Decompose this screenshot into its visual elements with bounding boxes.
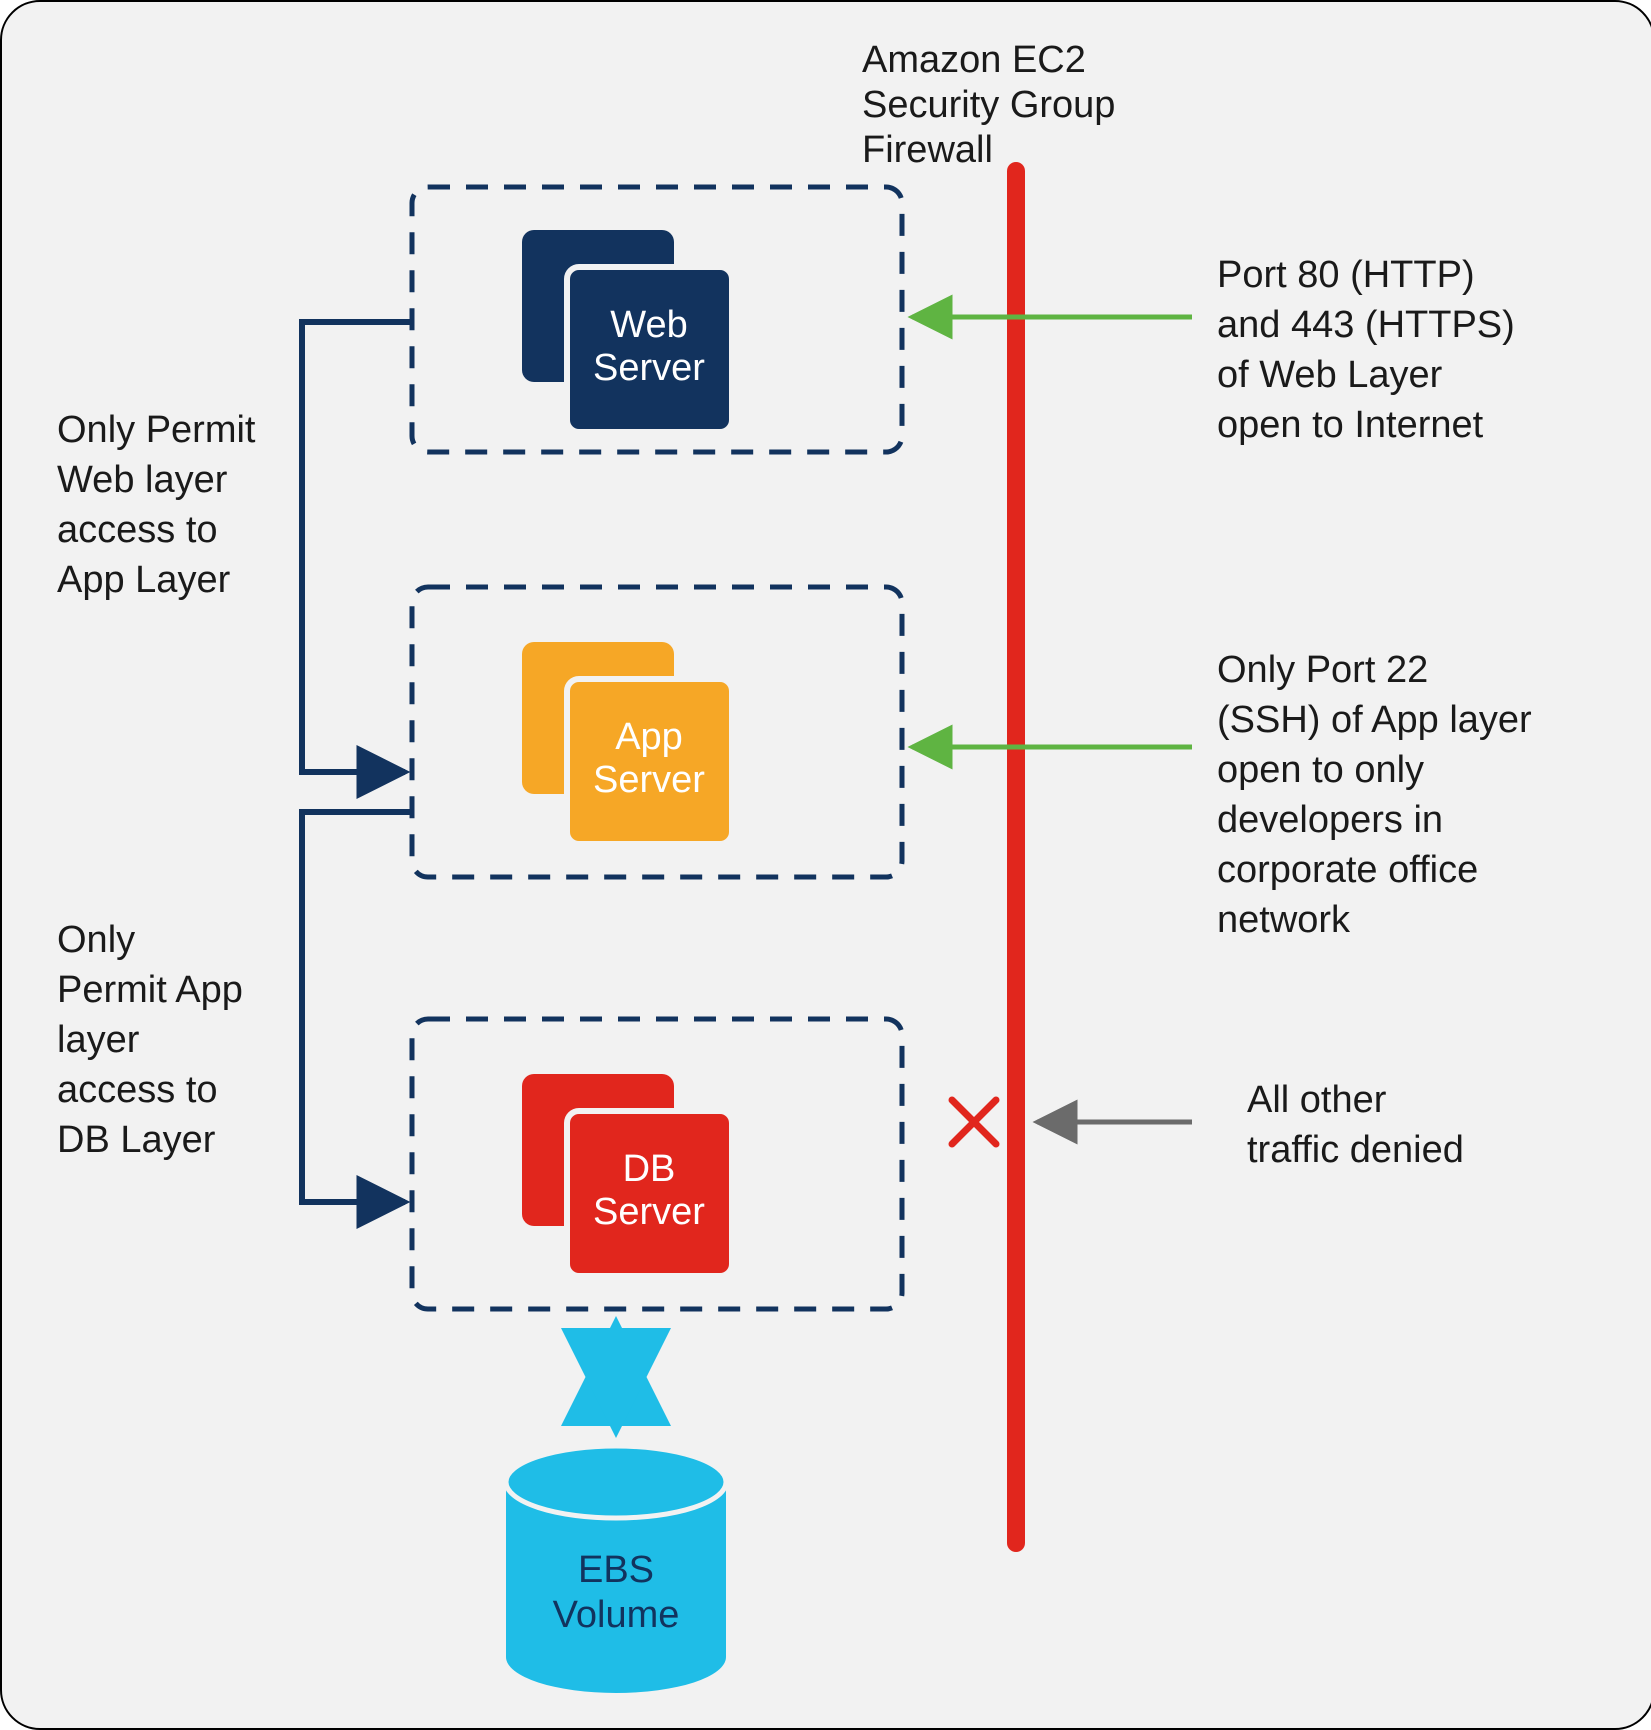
note-app-to-db-l1: Only <box>57 919 135 961</box>
web-server-label-l2: Server <box>593 347 705 389</box>
note-app-ssh-l4: developers in <box>1217 799 1443 841</box>
web-layer-group: Web Server <box>412 187 902 452</box>
note-app-ssh-l1: Only Port 22 <box>1217 649 1428 691</box>
note-app-to-db-l4: access to <box>57 1069 218 1111</box>
ebs-label-l1: EBS <box>578 1549 654 1591</box>
note-app-to-db-l5: DB Layer <box>57 1119 216 1161</box>
db-server-label-l1: DB <box>623 1148 676 1190</box>
ebs-volume-icon: EBS Volume <box>506 1446 726 1693</box>
note-denied-l2: traffic denied <box>1247 1129 1464 1171</box>
diagram-canvas: Amazon EC2 Security Group Firewall Web S… <box>0 0 1651 1730</box>
note-app-ssh-l3: open to only <box>1217 749 1424 791</box>
note-app-ssh-l6: network <box>1217 899 1351 941</box>
db-server-label-l2: Server <box>593 1191 705 1233</box>
firewall-bar <box>1007 162 1025 1552</box>
note-app-to-db-l2: Permit App <box>57 969 243 1011</box>
web-server-icon: Web Server <box>522 230 732 432</box>
note-web-to-app-l3: access to <box>57 509 218 551</box>
note-web-open-l2: and 443 (HTTPS) <box>1217 304 1515 346</box>
note-web-to-app-l2: Web layer <box>57 459 228 501</box>
note-web-open-l4: open to Internet <box>1217 404 1484 446</box>
note-web-to-app-l1: Only Permit <box>57 409 256 451</box>
app-server-label-l2: Server <box>593 759 705 801</box>
app-server-icon: App Server <box>522 642 732 844</box>
db-server-icon: DB Server <box>522 1074 732 1276</box>
app-server-label-l1: App <box>615 716 683 758</box>
note-web-to-app-l4: App Layer <box>57 559 231 601</box>
note-denied-l1: All other <box>1247 1079 1387 1121</box>
denied-x-icon <box>952 1100 996 1144</box>
note-app-ssh-l5: corporate office <box>1217 849 1478 891</box>
note-web-open-l1: Port 80 (HTTP) <box>1217 254 1475 296</box>
note-web-open-l3: of Web Layer <box>1217 354 1443 396</box>
firewall-title-l3: Firewall <box>862 129 993 171</box>
note-app-to-db-l3: layer <box>57 1019 140 1061</box>
ebs-label-l2: Volume <box>553 1594 680 1636</box>
firewall-title-l2: Security Group <box>862 84 1115 126</box>
arrow-web-to-app <box>302 322 412 772</box>
db-layer-group: DB Server <box>412 1019 902 1309</box>
web-server-label-l1: Web <box>610 304 687 346</box>
note-app-ssh-l2: (SSH) of App layer <box>1217 699 1532 741</box>
firewall-title-l1: Amazon EC2 <box>862 39 1086 81</box>
app-layer-group: App Server <box>412 587 902 877</box>
arrow-app-to-db <box>302 812 412 1202</box>
